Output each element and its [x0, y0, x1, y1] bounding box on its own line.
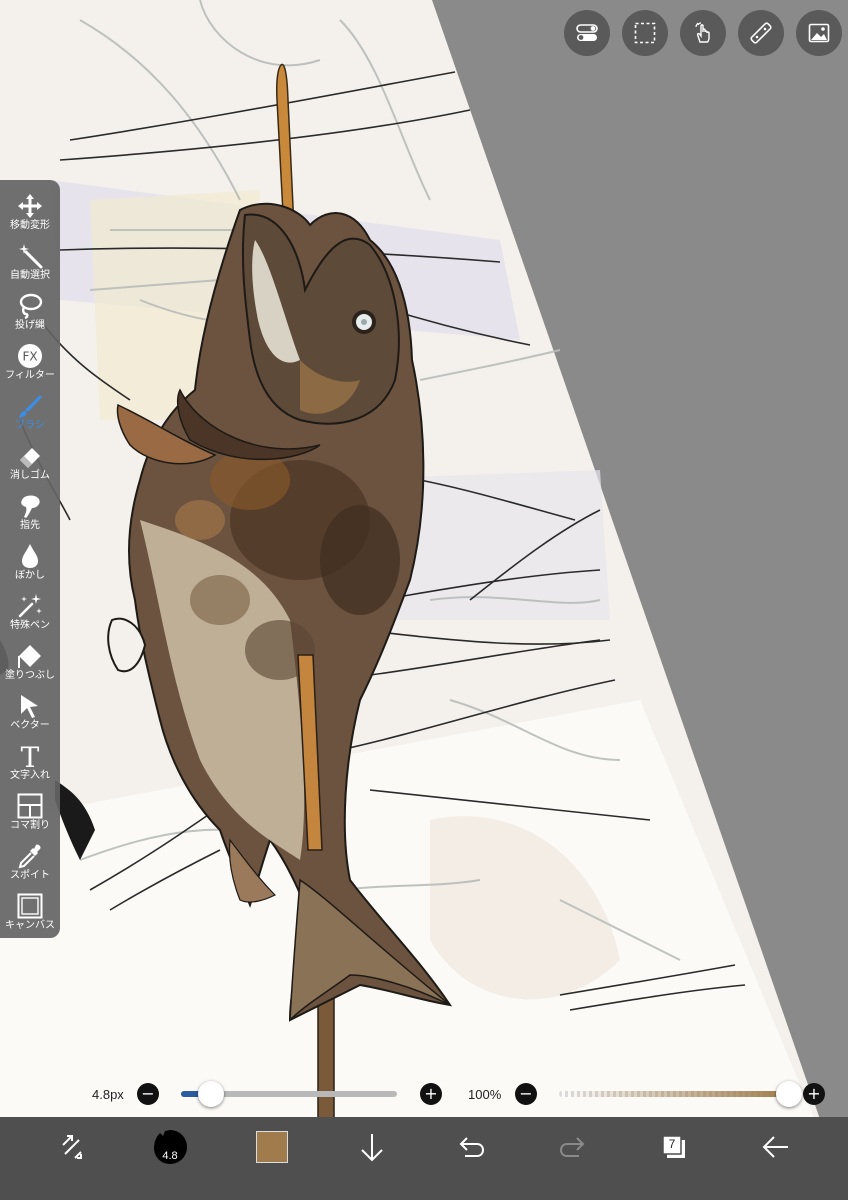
arrow-left-icon — [762, 1136, 788, 1158]
bottom-bar: 4.8 7 — [0, 1117, 848, 1200]
tool-label: ぼかし — [15, 570, 45, 581]
back-button[interactable] — [754, 1117, 798, 1177]
tool-label: 自動選択 — [10, 270, 50, 281]
tool-label: ベクター — [10, 720, 50, 731]
toggle-button[interactable] — [564, 10, 610, 56]
brush-size-label: 4.8px — [92, 1087, 124, 1102]
fx-icon: FX — [18, 344, 42, 368]
image-button[interactable] — [796, 10, 842, 56]
selection-button[interactable] — [622, 10, 668, 56]
tool-vector[interactable]: ベクター — [0, 692, 60, 742]
tool-label: 文字入れ — [10, 770, 50, 781]
finger-icon — [21, 495, 40, 518]
tool-auto-select[interactable]: 自動選択 — [0, 242, 60, 292]
tool-brush[interactable]: ブラシ — [0, 392, 60, 442]
tool-frame-divider[interactable]: コマ割り — [0, 792, 60, 842]
eraser-icon — [20, 448, 40, 468]
redo-icon — [559, 1137, 585, 1157]
tool-label: 特殊ペン — [10, 620, 50, 631]
current-color-button[interactable] — [250, 1117, 294, 1177]
tool-label: スポイト — [10, 870, 50, 881]
blur-icon — [22, 544, 38, 568]
toggle-icon — [576, 24, 598, 41]
layers-button[interactable]: 7 — [652, 1117, 696, 1177]
arrow-down-icon — [361, 1134, 383, 1162]
brush-size-plus-button[interactable]: + — [420, 1083, 442, 1105]
tool-label: 移動変形 — [10, 220, 50, 231]
opacity-track — [559, 1091, 789, 1097]
undo-button[interactable] — [450, 1117, 494, 1177]
svg-text:FX: FX — [22, 350, 37, 364]
tool-blur[interactable]: ぼかし — [0, 542, 60, 592]
hand-button[interactable] — [680, 10, 726, 56]
image-icon — [808, 23, 830, 43]
tool-eraser[interactable]: 消しゴム — [0, 442, 60, 492]
tool-label: 塗りつぶし — [4, 670, 56, 681]
color-swap-button[interactable] — [50, 1117, 94, 1177]
brush-size-minus-button[interactable]: − — [137, 1083, 159, 1105]
tool-canvas[interactable]: キャンバス — [0, 892, 60, 942]
undo-icon — [459, 1137, 485, 1157]
tool-filter[interactable]: FX フィルター — [0, 342, 60, 392]
canvas-icon — [17, 893, 43, 919]
opacity-knob[interactable] — [776, 1081, 802, 1107]
opacity-plus-button[interactable]: + — [803, 1083, 825, 1105]
vector-icon — [21, 695, 38, 718]
brush-preview-button[interactable]: 4.8 — [148, 1117, 192, 1177]
tool-fill[interactable]: 塗りつぶし — [0, 642, 60, 692]
tool-text[interactable]: T 文字入れ — [0, 742, 60, 792]
current-color-swatch — [256, 1131, 288, 1163]
selection-icon — [634, 22, 656, 44]
brush-icon — [19, 395, 42, 418]
tool-label: 指先 — [20, 520, 40, 531]
eyedropper-icon — [18, 844, 41, 869]
import-button[interactable] — [350, 1117, 394, 1177]
frame-divider-icon — [17, 793, 43, 819]
opacity-label: 100% — [468, 1087, 502, 1102]
magic-wand-icon — [19, 244, 43, 269]
redo-button[interactable] — [550, 1117, 594, 1177]
tool-finger[interactable]: 指先 — [0, 492, 60, 542]
tool-label: キャンバス — [5, 920, 55, 931]
svg-text:T: T — [21, 742, 40, 770]
fill-icon — [18, 645, 41, 668]
tool-panel: 移動変形 自動選択 投げ縄 FX フィルター ブラシ 消しゴム 指先 ぼかし 特… — [0, 180, 60, 938]
move-icon — [18, 194, 42, 218]
tool-label: ブラシ — [15, 420, 45, 431]
ruler-button[interactable] — [738, 10, 784, 56]
text-icon: T — [21, 742, 40, 770]
tool-label: 投げ縄 — [15, 320, 45, 331]
tool-label: フィルター — [5, 370, 55, 381]
brush-preview-size: 4.8 — [162, 1150, 178, 1162]
tool-label: 消しゴム — [10, 470, 50, 481]
tool-eyedropper[interactable]: スポイト — [0, 842, 60, 892]
layer-count: 7 — [668, 1137, 676, 1151]
tool-move-transform[interactable]: 移動変形 — [0, 192, 60, 242]
tool-special-pen[interactable]: 特殊ペン — [0, 592, 60, 642]
drawing-canvas[interactable] — [0, 0, 848, 1200]
transform-arrows-icon — [62, 1135, 82, 1159]
tool-lasso[interactable]: 投げ縄 — [0, 292, 60, 342]
special-pen-icon — [18, 594, 42, 618]
ruler-icon — [750, 22, 772, 44]
tool-label: コマ割り — [10, 820, 50, 831]
hand-icon — [695, 22, 710, 43]
opacity-minus-button[interactable]: − — [515, 1083, 537, 1105]
lasso-icon — [19, 293, 43, 320]
